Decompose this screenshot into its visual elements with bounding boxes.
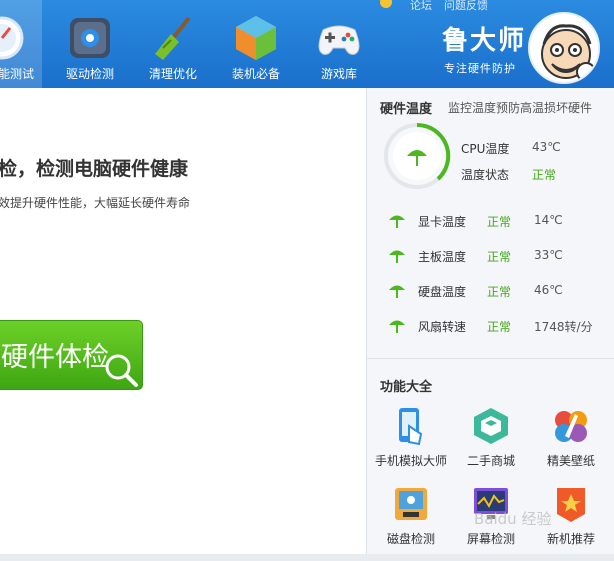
board-temp-label: 主板温度 bbox=[418, 250, 467, 264]
disk-check-icon bbox=[395, 488, 427, 520]
nav-label: 驱动检测 bbox=[65, 67, 114, 81]
brand-name: 鲁大师 bbox=[442, 26, 527, 56]
bottom-status-bar bbox=[0, 554, 614, 561]
cpu-temp-value: 43℃ bbox=[532, 140, 561, 154]
nav-label: 游戏库 bbox=[320, 67, 357, 81]
avatar[interactable] bbox=[528, 12, 600, 84]
nav-item-clean-optimize[interactable]: 清理优化 bbox=[141, 0, 205, 88]
disk-temp-status: 正常 bbox=[487, 285, 512, 299]
main-content: 检，检测电脑硬件健康 效提升硬件性能，大幅延长硬件寿命 硬件体检 bbox=[0, 88, 366, 554]
function-label: 屏幕检测 bbox=[466, 532, 515, 546]
gpu-temp-status: 正常 bbox=[487, 215, 512, 229]
umbrella-icon bbox=[389, 285, 405, 298]
gpu-temp-label: 显卡温度 bbox=[418, 215, 467, 229]
secondhand-mall-tile[interactable]: 二手商城 bbox=[451, 406, 531, 469]
mascot-face-icon bbox=[541, 24, 596, 82]
fan-speed-label: 风扇转速 bbox=[418, 320, 467, 334]
hardware-checkup-label: 硬件体检 bbox=[1, 342, 109, 373]
nav-item-essentials[interactable]: 装机必备 bbox=[224, 0, 288, 88]
wallpaper-tile[interactable]: 精美壁纸 bbox=[531, 406, 611, 469]
forum-coin-icon[interactable] bbox=[379, 0, 393, 14]
feedback-link[interactable]: 问题反馈 bbox=[444, 0, 488, 13]
secondhand-mall-icon bbox=[474, 408, 508, 444]
function-label: 精美壁纸 bbox=[546, 454, 595, 468]
gpu-temp-value: 14℃ bbox=[534, 213, 563, 227]
phone-simulator-tile[interactable]: 手机模拟大师 bbox=[371, 406, 451, 469]
nav-item-performance-test[interactable]: 能测试 bbox=[0, 0, 42, 88]
nav-label: 装机必备 bbox=[231, 67, 280, 81]
functions-title: 功能大全 bbox=[380, 380, 433, 395]
temp-status-label: 温度状态 bbox=[461, 168, 510, 182]
hardware-temp-title: 硬件温度 bbox=[380, 102, 433, 117]
gear-chip-icon bbox=[70, 18, 110, 58]
phone-simulator-icon bbox=[399, 408, 423, 446]
page-title: 检，检测电脑硬件健康 bbox=[0, 158, 189, 180]
hardware-checkup-button[interactable]: 硬件体检 bbox=[0, 320, 143, 390]
cube-icon bbox=[236, 16, 276, 60]
hardware-temp-description: 监控温度预防高温损坏硬件 bbox=[448, 101, 593, 115]
cpu-temp-label: CPU温度 bbox=[461, 142, 510, 156]
page-subtitle: 效提升硬件性能，大幅延长硬件寿命 bbox=[0, 196, 191, 210]
function-label: 磁盘检测 bbox=[386, 532, 435, 546]
nav-label: 清理优化 bbox=[148, 67, 197, 81]
function-label: 二手商城 bbox=[466, 454, 515, 468]
umbrella-icon bbox=[389, 215, 405, 228]
disk-check-tile[interactable]: 磁盘检测 bbox=[371, 484, 451, 547]
fan-speed-value: 1748转/分 bbox=[534, 320, 593, 334]
function-label: 手机模拟大师 bbox=[374, 454, 447, 468]
board-temp-status: 正常 bbox=[487, 250, 512, 264]
wallpaper-icon bbox=[555, 411, 587, 442]
umbrella-icon bbox=[389, 320, 405, 333]
fan-speed-status: 正常 bbox=[487, 320, 512, 334]
baidu-watermark: Baidu 经验 bbox=[474, 510, 552, 528]
new-device-icon bbox=[557, 488, 585, 522]
broom-icon bbox=[155, 16, 191, 60]
section-divider bbox=[367, 358, 614, 359]
magnifier-icon bbox=[105, 354, 138, 387]
right-panel: 硬件温度 监控温度预防高温损坏硬件 CPU温度 43℃ 温度状态 正常 显卡温度… bbox=[366, 88, 614, 554]
board-temp-value: 33℃ bbox=[534, 248, 563, 262]
brand-slogan: 专注硬件防护 bbox=[444, 62, 516, 75]
gauge-icon bbox=[0, 16, 24, 60]
disk-temp-value: 46℃ bbox=[534, 283, 563, 297]
cpu-temperature-gauge bbox=[384, 122, 451, 189]
forum-link[interactable]: 论坛 bbox=[410, 0, 432, 13]
nav-label: 能测试 bbox=[0, 67, 34, 81]
umbrella-icon bbox=[389, 250, 405, 263]
function-label: 新机推荐 bbox=[546, 532, 595, 546]
top-navigation-bar: 能测试 驱动检测 清理优化 装机必备 游戏库 论坛 问题反馈 鲁大师 专注硬件防… bbox=[0, 0, 614, 88]
nav-item-driver-detect[interactable]: 驱动检测 bbox=[58, 0, 122, 88]
temp-status-value: 正常 bbox=[532, 168, 557, 182]
disk-temp-label: 硬盘温度 bbox=[418, 285, 467, 299]
gamepad-icon bbox=[318, 25, 360, 55]
nav-item-game-library[interactable]: 游戏库 bbox=[307, 0, 371, 88]
